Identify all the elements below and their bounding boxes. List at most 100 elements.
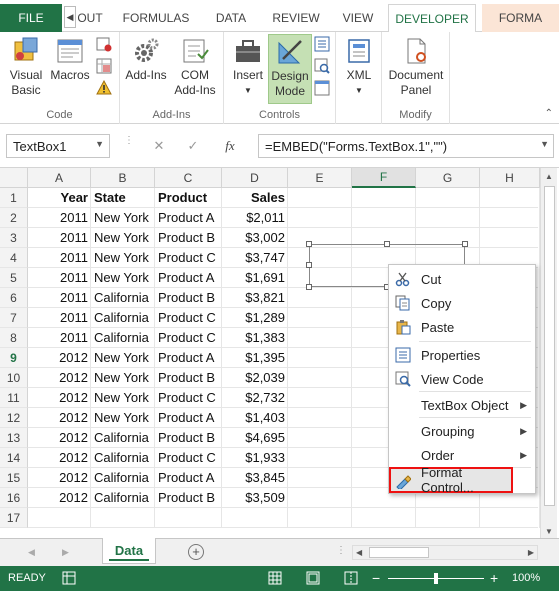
row-header[interactable]: 4 (0, 248, 28, 268)
table-cell[interactable]: $1,933 (222, 448, 288, 468)
zoom-slider-thumb[interactable] (434, 573, 438, 584)
scroll-right-icon[interactable]: ▶ (528, 548, 534, 557)
table-cell[interactable]: Product B (155, 428, 222, 448)
table-cell[interactable]: California (91, 328, 155, 348)
run-dialog-icon[interactable] (314, 80, 330, 96)
select-all-corner[interactable] (0, 168, 28, 188)
table-cell[interactable]: $2,039 (222, 368, 288, 388)
tab-layout[interactable]: OUT (77, 4, 102, 32)
column-header-b[interactable]: B (91, 168, 155, 188)
menu-item-properties[interactable]: Properties (389, 343, 535, 367)
table-cell[interactable]: California (91, 288, 155, 308)
visual-basic-button[interactable]: Visual Basic (4, 34, 48, 98)
table-cell[interactable]: New York (91, 348, 155, 368)
table-cell[interactable]: California (91, 308, 155, 328)
table-cell[interactable]: $3,002 (222, 228, 288, 248)
table-cell[interactable]: California (91, 448, 155, 468)
row-header[interactable]: 10 (0, 368, 28, 388)
table-cell[interactable]: 2011 (28, 268, 91, 288)
tab-format[interactable]: FORMA (482, 4, 559, 32)
zoom-level[interactable]: 100% (512, 572, 540, 584)
tab-review[interactable]: REVIEW (268, 4, 324, 32)
column-header-g[interactable]: G (416, 168, 480, 188)
zoom-out-button[interactable]: − (372, 570, 380, 586)
tab-data[interactable]: DATA (206, 4, 256, 32)
tab-view[interactable]: VIEW (336, 4, 380, 32)
table-cell[interactable]: Product C (155, 388, 222, 408)
table-cell[interactable]: 2011 (28, 328, 91, 348)
header-cell[interactable]: Year (28, 188, 91, 208)
table-cell[interactable]: Product C (155, 448, 222, 468)
table-cell[interactable]: California (91, 468, 155, 488)
column-header-d[interactable]: D (222, 168, 288, 188)
menu-item-view-code[interactable]: View Code (389, 367, 535, 391)
table-cell[interactable]: Product B (155, 288, 222, 308)
table-cell[interactable]: New York (91, 268, 155, 288)
table-cell[interactable]: 2011 (28, 288, 91, 308)
table-cell[interactable]: $3,509 (222, 488, 288, 508)
sheet-tab-data[interactable]: Data (102, 538, 156, 564)
cancel-icon[interactable]: ✕ (146, 134, 172, 158)
relative-references-icon[interactable] (96, 58, 112, 74)
tab-file[interactable]: FILE (0, 4, 62, 32)
design-mode-button[interactable]: Design Mode (268, 34, 312, 104)
name-box[interactable]: TextBox1 ▼ (6, 134, 110, 158)
table-cell[interactable]: 2012 (28, 448, 91, 468)
table-cell[interactable]: Product C (155, 308, 222, 328)
menu-item-grouping[interactable]: Grouping ▶ (389, 419, 535, 443)
zoom-in-button[interactable]: + (490, 570, 498, 586)
menu-item-paste[interactable]: Paste (389, 315, 535, 339)
header-cell[interactable]: State (91, 188, 155, 208)
table-cell[interactable]: $3,747 (222, 248, 288, 268)
column-header-e[interactable]: E (288, 168, 352, 188)
record-macro-icon[interactable] (96, 36, 112, 52)
menu-item-format-control[interactable]: Format Control... (389, 465, 513, 495)
table-cell[interactable]: 2012 (28, 428, 91, 448)
resize-handle-nw[interactable] (306, 241, 312, 247)
table-cell[interactable]: 2012 (28, 468, 91, 488)
formula-input[interactable]: =EMBED("Forms.TextBox.1","") ▼ (258, 134, 554, 158)
row-header[interactable]: 1 (0, 188, 28, 208)
table-cell[interactable]: New York (91, 408, 155, 428)
menu-item-copy[interactable]: Copy (389, 291, 535, 315)
page-break-view-icon[interactable] (344, 571, 358, 585)
header-cell[interactable]: Product (155, 188, 222, 208)
table-cell[interactable]: 2012 (28, 348, 91, 368)
properties-icon[interactable] (314, 36, 330, 52)
table-cell[interactable]: New York (91, 208, 155, 228)
menu-item-order[interactable]: Order ▶ (389, 443, 535, 467)
row-header[interactable]: 5 (0, 268, 28, 288)
table-cell[interactable]: Product C (155, 248, 222, 268)
table-cell[interactable]: $1,403 (222, 408, 288, 428)
insert-function-icon[interactable]: fx (216, 134, 244, 158)
prev-sheet-icon[interactable]: ◀ (28, 547, 35, 558)
next-sheet-icon[interactable]: ▶ (62, 547, 69, 558)
collapse-ribbon-icon[interactable]: ⌃ (545, 108, 553, 119)
table-cell[interactable]: New York (91, 368, 155, 388)
tab-formulas[interactable]: FORMULAS (118, 4, 194, 32)
table-cell[interactable]: California (91, 428, 155, 448)
expand-formula-icon[interactable]: ▼ (540, 139, 549, 149)
menu-item-cut[interactable]: Cut (389, 267, 535, 291)
resize-handle-w[interactable] (306, 262, 312, 268)
row-header[interactable]: 11 (0, 388, 28, 408)
table-cell[interactable]: Product A (155, 348, 222, 368)
table-cell[interactable]: $1,395 (222, 348, 288, 368)
scroll-up-icon[interactable]: ▲ (545, 172, 553, 181)
macros-button[interactable]: Macros (48, 34, 92, 83)
row-header[interactable]: 16 (0, 488, 28, 508)
table-cell[interactable]: 2012 (28, 488, 91, 508)
scroll-down-icon[interactable]: ▼ (545, 527, 553, 536)
row-header[interactable]: 7 (0, 308, 28, 328)
column-header-c[interactable]: C (155, 168, 222, 188)
table-cell[interactable]: $2,011 (222, 208, 288, 228)
row-header[interactable]: 6 (0, 288, 28, 308)
com-addins-button[interactable]: COM Add-Ins (170, 34, 220, 98)
enter-icon[interactable]: ✓ (180, 134, 206, 158)
header-cell[interactable]: Sales (222, 188, 288, 208)
table-cell[interactable]: Product A (155, 268, 222, 288)
horizontal-scroll-thumb[interactable] (369, 547, 429, 558)
macro-record-icon[interactable] (62, 571, 76, 585)
resize-handle-sw[interactable] (306, 284, 312, 290)
tabs-scroll-left-button[interactable]: ◀ (64, 6, 76, 28)
